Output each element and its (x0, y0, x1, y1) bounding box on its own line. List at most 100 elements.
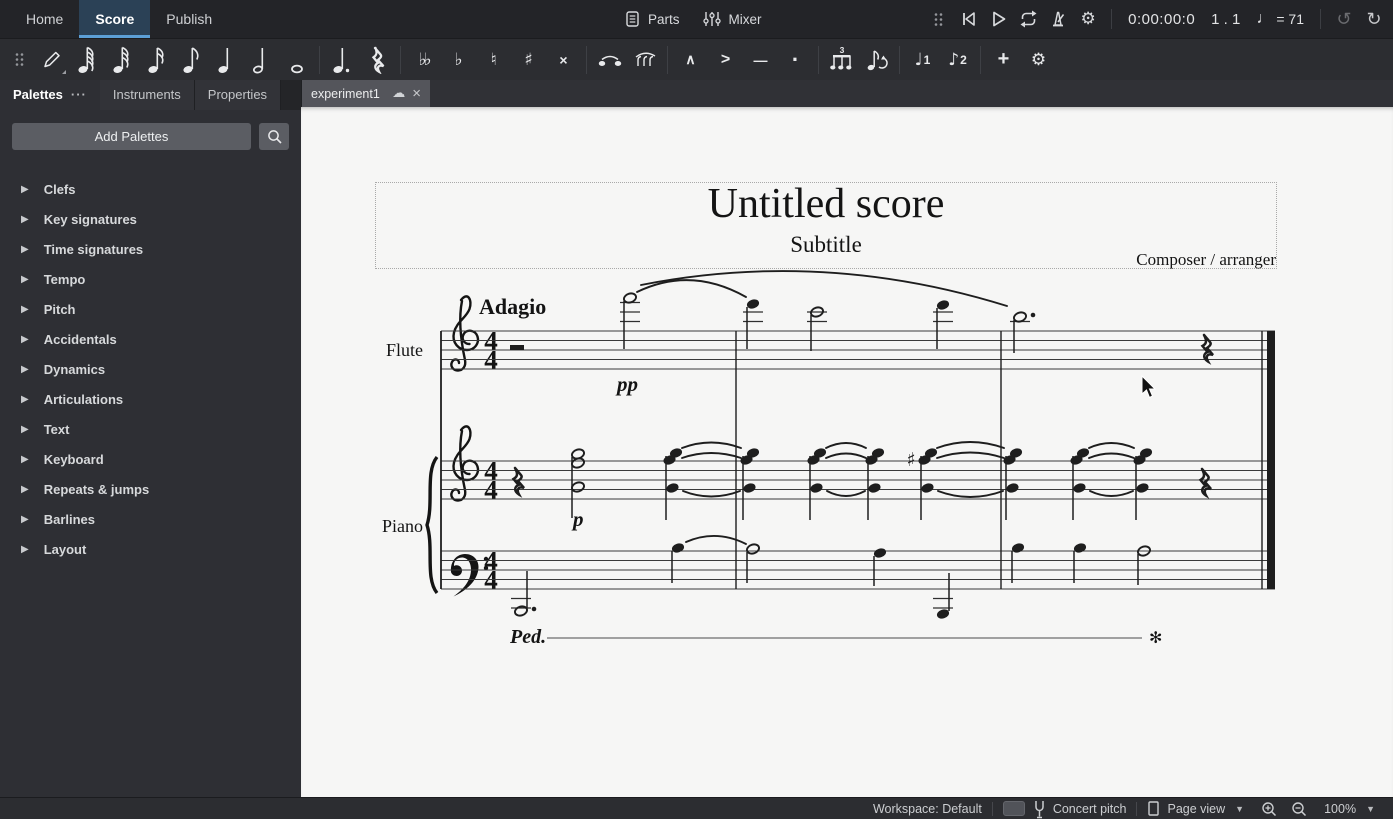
customize-toolbar-button[interactable]: ⚙ (1021, 43, 1056, 77)
toolbar-drag-handle[interactable] (4, 45, 34, 75)
tab-publish[interactable]: Publish (150, 0, 228, 38)
document-tab[interactable]: experiment1 ☁ × (302, 80, 430, 107)
sharp-button[interactable]: ♯ (511, 43, 546, 77)
flip-direction-button[interactable] (859, 43, 894, 77)
note-16th-button[interactable] (139, 43, 174, 77)
note-input-pencil-button[interactable] (34, 43, 69, 77)
palette-item-label: Barlines (43, 511, 96, 527)
dynamic-p[interactable]: p (571, 507, 584, 531)
double-sharp-button[interactable]: × (546, 43, 581, 77)
palette-item-barlines[interactable]: ▶ Barlines (0, 504, 301, 534)
note-32nd-button[interactable] (104, 43, 139, 77)
tie-button[interactable] (592, 43, 627, 77)
undo-button[interactable]: ↺ (1329, 4, 1359, 34)
palette-item-layout[interactable]: ▶ Layout (0, 534, 301, 564)
pedal-end-star[interactable]: ✻ (1149, 628, 1162, 647)
palette-item-time-signatures[interactable]: ▶ Time signatures (0, 234, 301, 264)
rest-button[interactable] (360, 43, 395, 77)
palette-item-accidentals[interactable]: ▶ Accidentals (0, 324, 301, 354)
natural-button[interactable]: ♮ (476, 43, 511, 77)
expand-arrow-icon[interactable]: ▶ (21, 184, 29, 195)
workspace-button[interactable]: Workspace: Default (863, 798, 992, 819)
staccato-button[interactable]: · (778, 43, 813, 77)
palette-item-tempo[interactable]: ▶ Tempo (0, 264, 301, 294)
marcato-button[interactable]: ∧ (673, 43, 708, 77)
zoom-in-button[interactable] (1254, 798, 1284, 819)
palette-item-articulations[interactable]: ▶ Articulations (0, 384, 301, 414)
expand-arrow-icon[interactable]: ▶ (21, 424, 29, 435)
expand-arrow-icon[interactable]: ▶ (21, 244, 29, 255)
note-quarter-button[interactable] (209, 43, 244, 77)
expand-arrow-icon[interactable]: ▶ (21, 214, 29, 225)
accent-button[interactable]: > (708, 43, 743, 77)
playback-drag-handle[interactable] (923, 4, 953, 34)
note-half-button[interactable] (244, 43, 279, 77)
undo-icon: ↺ (1336, 8, 1352, 29)
palette-item-keyboard[interactable]: ▶ Keyboard (0, 444, 301, 474)
expand-arrow-icon[interactable]: ▶ (21, 514, 29, 525)
pedal-marking[interactable]: Ped. (509, 626, 546, 648)
concert-pitch-control[interactable]: Concert pitch (993, 798, 1137, 819)
concert-pitch-toggle[interactable] (1002, 801, 1025, 816)
tab-palettes[interactable]: Palettes ··· (0, 80, 100, 110)
rewind-button[interactable] (953, 4, 983, 34)
playback-settings-button[interactable]: ⚙ (1073, 4, 1103, 34)
voice-2-number: 2 (960, 52, 967, 67)
double-flat-button[interactable]: ♭♭ (406, 43, 441, 77)
expand-arrow-icon[interactable]: ▶ (21, 484, 29, 495)
expand-arrow-icon[interactable]: ▶ (21, 304, 29, 315)
metronome-button[interactable] (1043, 4, 1073, 34)
search-palettes-button[interactable] (259, 123, 289, 150)
parts-button[interactable]: Parts (618, 6, 686, 32)
palettes-tab-label: Palettes (13, 87, 63, 102)
mixer-button[interactable]: Mixer (696, 6, 768, 32)
tuplet-button[interactable]: 3 (824, 43, 859, 77)
view-mode-select[interactable]: Page view ▼ (1137, 798, 1254, 819)
tab-instruments[interactable]: Instruments (99, 80, 195, 110)
divider (400, 45, 401, 74)
piano-label[interactable]: Piano (382, 516, 423, 536)
flat-button[interactable]: ♭ (441, 43, 476, 77)
play-button[interactable] (983, 4, 1013, 34)
palette-item-key-signatures[interactable]: ▶ Key signatures (0, 204, 301, 234)
svg-text:3: 3 (839, 46, 844, 55)
top-menu-bar: Home Score Publish Parts Mixer ⚙ 0:00:00… (0, 0, 1393, 38)
note-whole-button[interactable] (279, 43, 314, 77)
palette-item-dynamics[interactable]: ▶ Dynamics (0, 354, 301, 384)
palette-item-text[interactable]: ▶ Text (0, 414, 301, 444)
expand-arrow-icon[interactable]: ▶ (21, 364, 29, 375)
note-eighth-button[interactable] (174, 43, 209, 77)
expand-arrow-icon[interactable]: ▶ (21, 544, 29, 555)
voice-1-button[interactable]: ♩ 1 (905, 43, 940, 77)
dynamic-pp[interactable]: pp (615, 372, 638, 396)
tenuto-button[interactable]: — (743, 43, 778, 77)
augmentation-dot-button[interactable] (325, 43, 360, 77)
expand-arrow-icon[interactable]: ▶ (21, 334, 29, 345)
palette-item-repeats-jumps[interactable]: ▶ Repeats & jumps (0, 474, 301, 504)
expand-arrow-icon[interactable]: ▶ (21, 274, 29, 285)
tempo-marking[interactable]: Adagio (479, 294, 546, 319)
add-element-button[interactable]: + (986, 43, 1021, 77)
score-canvas[interactable]: Untitled score Subtitle Composer / arran… (301, 107, 1393, 797)
loop-playback-button[interactable] (1013, 4, 1043, 34)
redo-button[interactable]: ↻ (1359, 4, 1389, 34)
voice-2-button[interactable]: ♪ 2 (940, 43, 975, 77)
add-palettes-button[interactable]: Add Palettes (12, 123, 251, 150)
flute-label[interactable]: Flute (386, 340, 423, 360)
tab-score[interactable]: Score (79, 0, 151, 38)
palette-item-clefs[interactable]: ▶ Clefs (0, 174, 301, 204)
tab-properties[interactable]: Properties (194, 80, 282, 110)
expand-arrow-icon[interactable]: ▶ (21, 394, 29, 405)
palette-item-label: Repeats & jumps (43, 481, 150, 497)
eighth-note-icon (182, 46, 199, 73)
tab-home[interactable]: Home (10, 0, 79, 38)
notes-layer[interactable]: ♯ (440, 270, 1275, 620)
palette-item-pitch[interactable]: ▶ Pitch (0, 294, 301, 324)
expand-arrow-icon[interactable]: ▶ (21, 454, 29, 465)
zoom-level-select[interactable]: 100% ▼ (1314, 798, 1385, 819)
note-64th-button[interactable] (69, 43, 104, 77)
slur-button[interactable] (627, 43, 662, 77)
close-tab-icon[interactable]: × (412, 85, 421, 102)
palettes-menu-dots[interactable]: ··· (71, 80, 87, 110)
zoom-out-button[interactable] (1284, 798, 1314, 819)
